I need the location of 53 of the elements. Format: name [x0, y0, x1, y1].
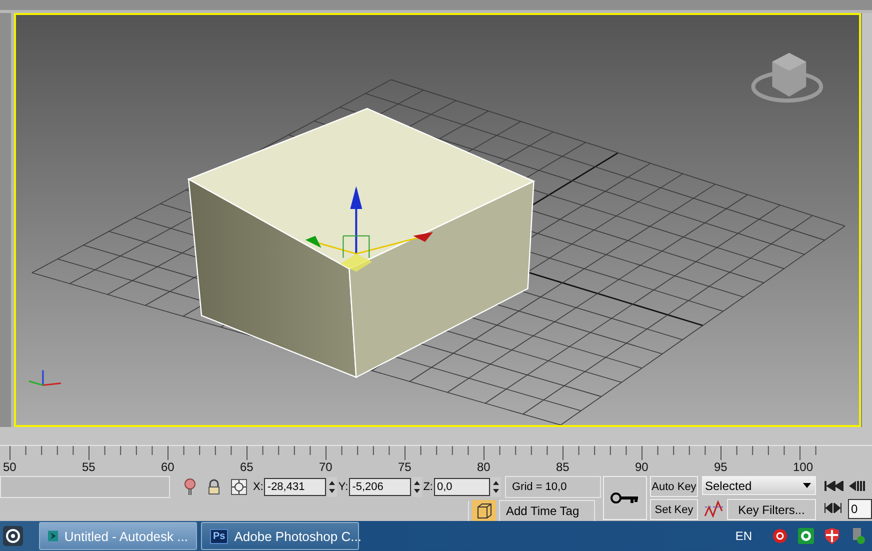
key-mode-dropdown[interactable]: Selected [702, 476, 816, 495]
language-indicator[interactable]: EN [735, 529, 752, 543]
coordinate-field[interactable]: 0,0 [434, 478, 490, 496]
axis-label: X: [253, 481, 264, 493]
start-icon[interactable] [3, 526, 23, 546]
axis-tripod-icon [28, 370, 60, 386]
spinner-icon[interactable] [412, 477, 422, 497]
tick-label: 80 [477, 460, 490, 474]
lock-icon[interactable] [207, 479, 221, 495]
key-icon [610, 491, 640, 505]
tick-label: 55 [82, 460, 96, 474]
key-filters-button[interactable]: Key Filters... [727, 499, 816, 520]
tray-icon[interactable] [772, 528, 788, 544]
shield-icon[interactable] [824, 528, 840, 544]
app-icon [48, 528, 58, 544]
set-key-button[interactable]: Set Key [650, 499, 698, 520]
tick-label: 50 [3, 460, 16, 474]
dropdown-arrow-icon [803, 483, 811, 488]
grid-readout: Grid = 10,0 [504, 476, 601, 498]
tick-label: 95 [714, 460, 728, 474]
app-icon: Ps [210, 528, 228, 544]
timeline-ruler[interactable]: 50 55 60 65 70 75 80 85 90 95 100 [0, 445, 872, 474]
spinner-icon[interactable] [327, 477, 338, 497]
view-cube-icon[interactable] [750, 52, 823, 103]
box-drawing[interactable] [186, 108, 535, 378]
tick-label: 70 [319, 460, 332, 474]
curve-editor-icon[interactable] [703, 499, 725, 519]
taskbar-button[interactable]: Ps Adobe Photoshop C... [201, 522, 359, 550]
go-to-start-icon[interactable] [824, 481, 844, 491]
tick-label: 100 [793, 460, 814, 474]
key-mode-toggle-icon[interactable] [824, 503, 842, 513]
crosshair-icon[interactable] [231, 479, 247, 495]
network-icon[interactable] [850, 527, 866, 545]
previous-frame-icon[interactable] [848, 481, 868, 491]
tray-icon[interactable] [798, 528, 814, 544]
frame-field[interactable]: 0 [848, 499, 872, 519]
spinner-icon[interactable] [490, 477, 501, 497]
auto-key-button[interactable]: Auto Key [650, 476, 698, 497]
viewport[interactable] [14, 13, 860, 427]
tick-label: 75 [398, 460, 412, 474]
cube-icon[interactable] [472, 500, 496, 522]
tick-label: 85 [556, 460, 570, 474]
tick-label: 90 [635, 460, 648, 474]
axis-label: Y: [338, 481, 348, 493]
coordinate-field[interactable]: -28,431 [264, 478, 326, 496]
tick-label: 60 [161, 460, 174, 474]
coordinate-field[interactable]: -5,206 [349, 478, 412, 496]
transform-gizmo-icon[interactable] [304, 186, 432, 272]
axis-label: Z: [423, 481, 433, 493]
tick-label: 65 [240, 460, 254, 474]
add-time-tag-button[interactable]: Add Time Tag [499, 500, 595, 522]
set-key-button[interactable] [603, 476, 647, 520]
pin-icon[interactable] [183, 478, 197, 496]
